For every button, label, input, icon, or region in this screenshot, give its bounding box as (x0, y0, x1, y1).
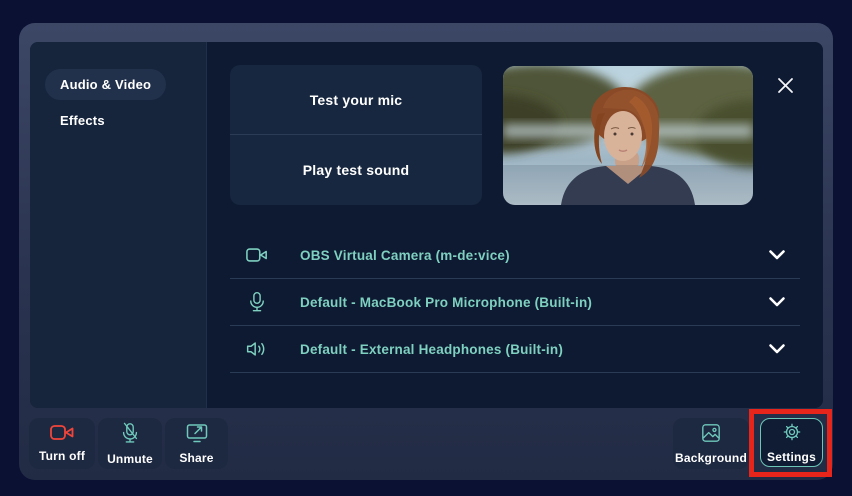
video-camera-off-icon (50, 424, 74, 446)
speaker-select-value: Default - External Headphones (Built-in) (300, 342, 563, 357)
turn-off-camera-button[interactable]: Turn off (29, 418, 95, 469)
video-camera-icon (246, 246, 268, 264)
microphone-select-row[interactable]: Default - MacBook Pro Microphone (Built-… (230, 279, 800, 326)
gear-icon (782, 422, 802, 447)
microphone-icon (246, 291, 268, 313)
settings-label: Settings (767, 450, 816, 464)
unmute-label: Unmute (107, 452, 153, 466)
chevron-down-icon[interactable] (768, 296, 786, 308)
background-label: Background (675, 451, 747, 465)
app-window: Audio & Video Effects Test your mic Play… (0, 0, 852, 496)
chevron-down-icon[interactable] (768, 249, 786, 261)
chevron-down-icon[interactable] (768, 343, 786, 355)
microphone-select-value: Default - MacBook Pro Microphone (Built-… (300, 295, 592, 310)
microphone-muted-icon (120, 422, 140, 449)
camera-select-value: OBS Virtual Camera (m-de:vice) (300, 248, 510, 263)
unmute-button[interactable]: Unmute (98, 418, 162, 469)
camera-preview (503, 66, 753, 205)
audio-test-card: Test your mic Play test sound (230, 65, 482, 205)
share-screen-button[interactable]: Share (165, 418, 228, 469)
play-test-sound-button[interactable]: Play test sound (230, 135, 482, 204)
share-label: Share (179, 451, 213, 465)
background-button[interactable]: Background (673, 418, 749, 469)
device-list: OBS Virtual Camera (m-de:vice) Default -… (230, 232, 800, 373)
camera-select-row[interactable]: OBS Virtual Camera (m-de:vice) (230, 232, 800, 279)
image-icon (701, 423, 721, 448)
settings-dialog-content: Audio & Video Effects Test your mic Play… (30, 42, 823, 408)
close-icon[interactable] (770, 70, 800, 100)
sidebar-item-audio-video[interactable]: Audio & Video (45, 69, 166, 100)
speaker-select-row[interactable]: Default - External Headphones (Built-in) (230, 326, 800, 373)
turn-off-label: Turn off (39, 449, 85, 463)
settings-sidebar: Audio & Video Effects (30, 42, 207, 408)
speaker-icon (246, 339, 268, 359)
test-mic-button[interactable]: Test your mic (230, 65, 482, 134)
settings-button[interactable]: Settings (760, 418, 823, 467)
sidebar-item-effects[interactable]: Effects (60, 113, 206, 128)
screen-share-icon (186, 422, 208, 448)
